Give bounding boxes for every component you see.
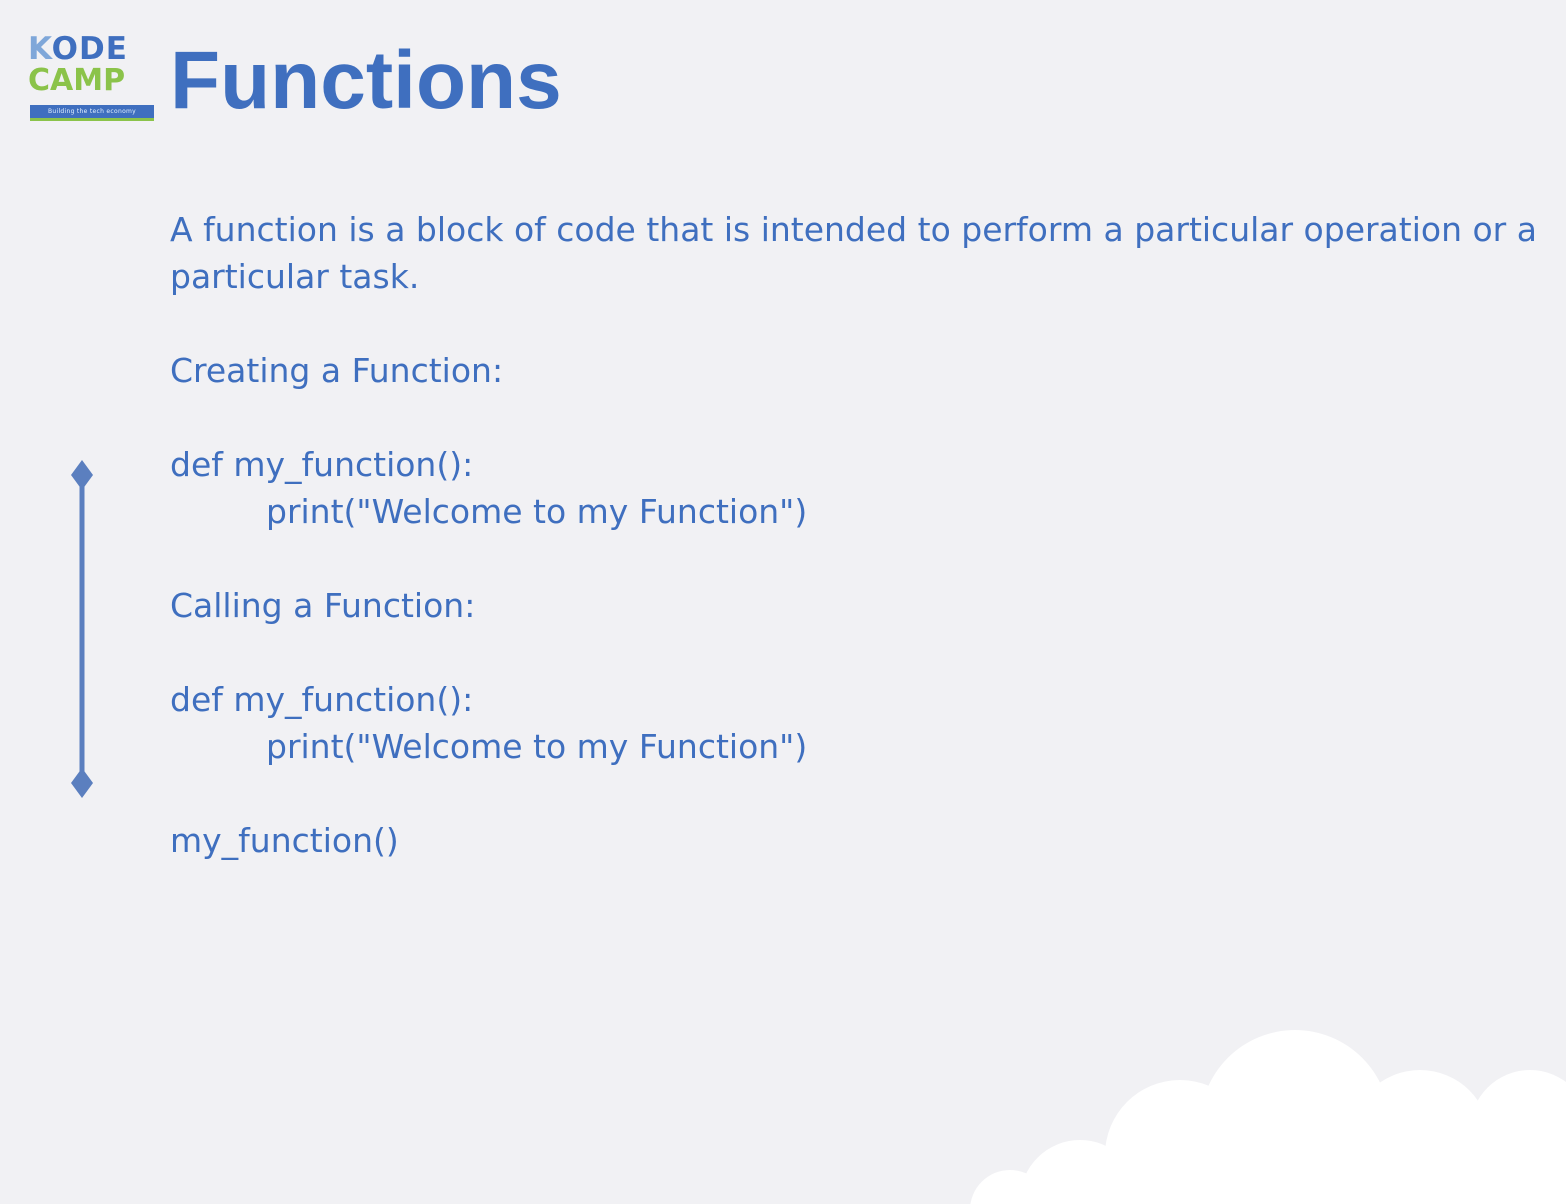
slide-title: Functions bbox=[170, 35, 562, 126]
creating-code-line1: def my_function(): bbox=[170, 445, 474, 484]
slide: KODE CAMP Building the tech economy Func… bbox=[0, 0, 1566, 1204]
call-line: my_function() bbox=[170, 821, 399, 860]
logo-line2: CAMP bbox=[28, 63, 126, 98]
creating-heading: Creating a Function: bbox=[170, 351, 504, 390]
kodecamp-logo: KODE CAMP Building the tech economy bbox=[28, 34, 156, 121]
logo-tagline: Building the tech economy bbox=[30, 105, 154, 121]
calling-heading: Calling a Function: bbox=[170, 586, 476, 625]
intro-text: A function is a block of code that is in… bbox=[170, 210, 1537, 296]
calling-code-line2: print("Welcome to my Function") bbox=[266, 727, 808, 766]
cloud-decoration bbox=[970, 1030, 1566, 1204]
logo-line1: KODE bbox=[28, 34, 128, 65]
creating-code-line2: print("Welcome to my Function") bbox=[266, 492, 808, 531]
slide-body: A function is a block of code that is in… bbox=[170, 206, 1550, 864]
timeline-icon bbox=[71, 460, 93, 798]
logo-ode: ODE bbox=[51, 31, 128, 67]
calling-code-line1: def my_function(): bbox=[170, 680, 474, 719]
logo-k: K bbox=[28, 31, 52, 67]
